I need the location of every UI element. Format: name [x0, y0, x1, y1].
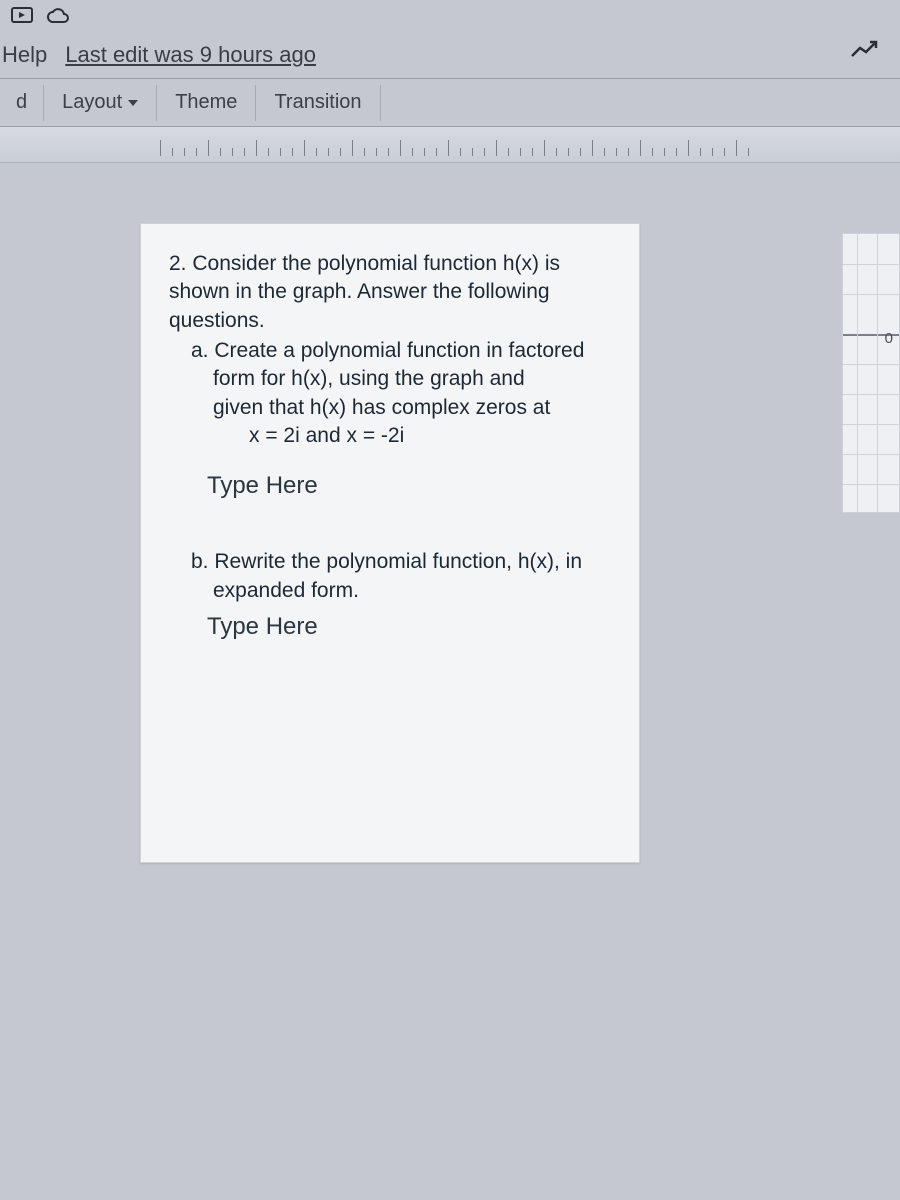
transition-button[interactable]: Transition	[256, 91, 379, 114]
part-b-line1: b. Rewrite the polynomial function, h(x)…	[169, 548, 611, 576]
part-a-line2: form for h(x), using the graph and	[169, 365, 611, 393]
theme-button[interactable]: Theme	[157, 91, 255, 114]
title-icon-row	[0, 0, 900, 34]
help-menu[interactable]: Help	[2, 42, 47, 68]
toolbar: d Layout Theme Transition	[0, 79, 900, 127]
graph-zero-label: 0	[885, 330, 893, 347]
layout-button[interactable]: Layout	[44, 91, 156, 114]
part-a-line3: given that h(x) has complex zeros at	[169, 394, 611, 422]
slide-content[interactable]: 2. Consider the polynomial function h(x)…	[140, 223, 640, 863]
ruler-ticks	[160, 134, 760, 156]
present-icon[interactable]	[10, 6, 34, 28]
part-b-line2: expanded form.	[169, 577, 611, 605]
part-a-line1: a. Create a polynomial function in facto…	[169, 337, 611, 365]
graph-fragment: 0	[842, 233, 900, 513]
type-here-a[interactable]: Type Here	[169, 472, 611, 500]
chevron-down-icon	[128, 100, 138, 106]
cloud-icon[interactable]	[46, 6, 70, 28]
menu-bar: Help Last edit was 9 hours ago	[0, 34, 900, 79]
slide-canvas[interactable]: 2. Consider the polynomial function h(x)…	[0, 163, 900, 1043]
question-intro: 2. Consider the polynomial function h(x)…	[169, 250, 611, 335]
toolbar-separator	[380, 85, 381, 121]
layout-label: Layout	[62, 91, 122, 114]
type-here-b[interactable]: Type Here	[169, 613, 611, 641]
trending-up-icon[interactable]	[850, 38, 880, 66]
horizontal-ruler	[0, 127, 900, 163]
last-edit-link[interactable]: Last edit was 9 hours ago	[65, 42, 316, 68]
toolbar-fragment-d: d	[0, 91, 43, 114]
part-a-line4: x = 2i and x = -2i	[169, 422, 611, 450]
